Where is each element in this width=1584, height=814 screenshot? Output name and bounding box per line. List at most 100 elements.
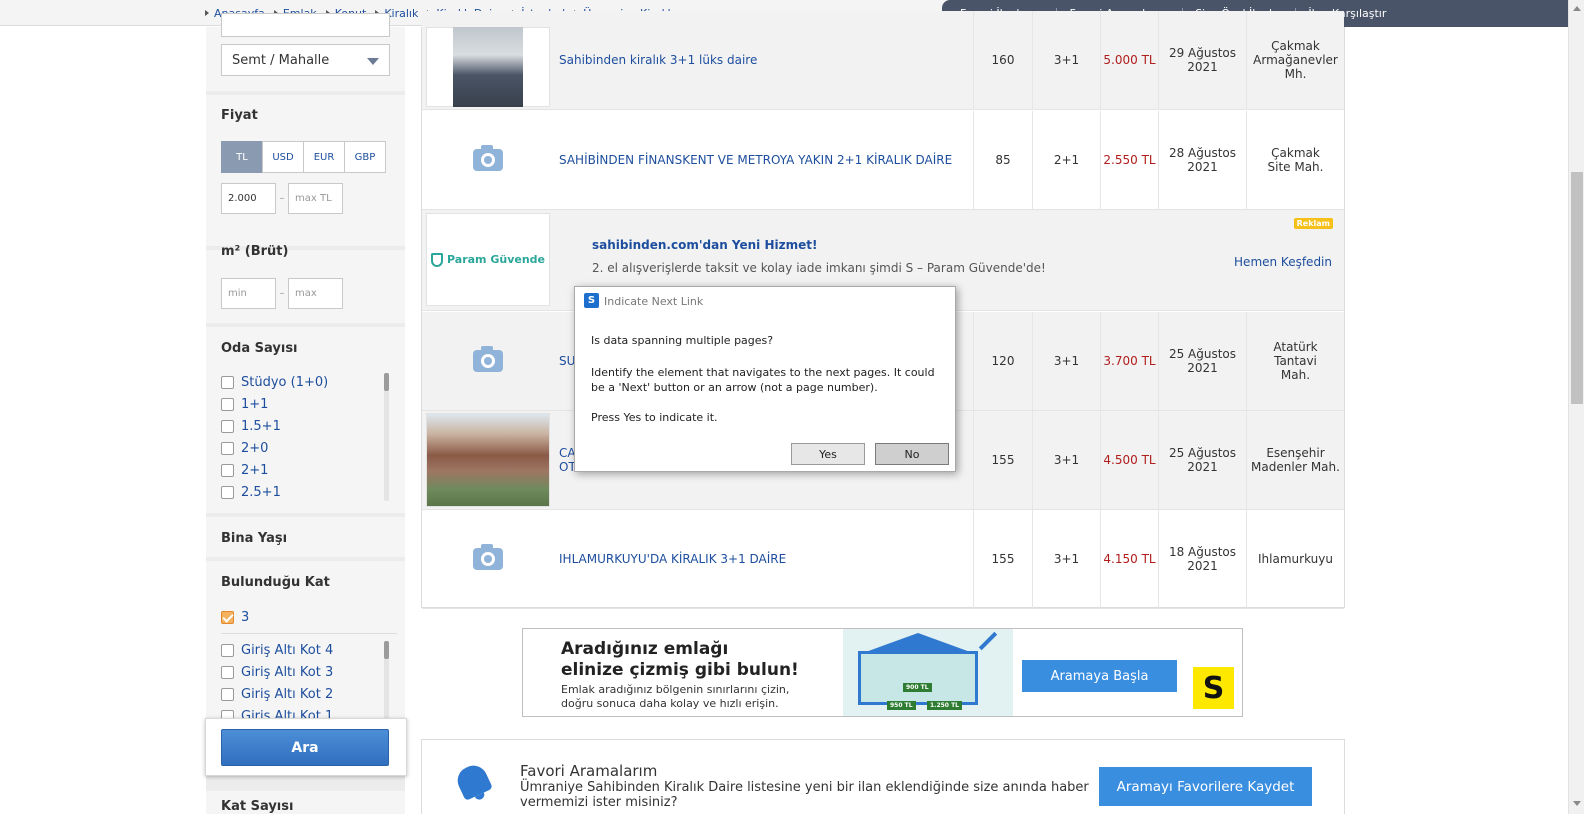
floor-option[interactable]: Giriş Altı Kot 3 <box>221 661 390 683</box>
scrollbar-thumb[interactable] <box>384 373 389 391</box>
price-min-input[interactable]: 2.000 <box>221 183 276 214</box>
checked-checkbox[interactable] <box>221 610 234 624</box>
listing-title[interactable]: IHLAMURKUYU'DA KİRALIK 3+1 DAİRE <box>559 510 969 608</box>
checkbox[interactable] <box>221 687 234 701</box>
listing-photo[interactable] <box>426 314 550 408</box>
scroll-up-arrow-icon[interactable] <box>1573 6 1581 11</box>
listing-location: Ihlamurkuyu <box>1258 552 1333 566</box>
neighborhood-select[interactable]: Semt / Mahalle <box>221 44 390 76</box>
divider <box>1246 510 1247 608</box>
currency-gbp[interactable]: GBP <box>344 141 386 173</box>
location-filter: Semt / Mahalle <box>206 13 405 91</box>
room-option[interactable]: 1+1 <box>221 393 390 415</box>
currency-tl[interactable]: TL <box>221 141 263 173</box>
divider <box>1246 312 1247 410</box>
camera-lens <box>481 354 495 368</box>
room-option-label: 1+1 <box>241 396 269 412</box>
table-row[interactable]: SAHİBİNDEN FİNANSKENT VE METROYA YAKIN 2… <box>422 111 1344 210</box>
room-option[interactable]: 2+1 <box>221 459 390 481</box>
checkbox[interactable] <box>221 375 234 389</box>
table-row[interactable]: Sahibinden kiralık 3+1 lüks daire 160 3+… <box>422 11 1344 110</box>
area-max-input[interactable]: max <box>288 278 343 309</box>
listing-photo[interactable] <box>426 413 550 507</box>
checkbox[interactable] <box>221 397 234 411</box>
room-option[interactable]: 1.5+1 <box>221 415 390 437</box>
area-filter: m² (Brüt) min – max <box>206 244 405 323</box>
range-dash: – <box>279 288 285 299</box>
page-scrollbar[interactable] <box>1568 0 1584 814</box>
scrollbar-thumb[interactable] <box>1571 172 1583 404</box>
district-select[interactable] <box>221 13 390 37</box>
building-age-filter[interactable]: Bina Yaşı <box>206 517 405 557</box>
ad-logo-text: Param Güvende <box>447 253 545 266</box>
ad-title[interactable]: sahibinden.com'dan Yeni Hizmet! <box>592 238 817 252</box>
room-option[interactable]: Stüdyo (1+0) <box>221 371 390 393</box>
room-option[interactable]: 2+0 <box>221 437 390 459</box>
banner-headline-line: Aradığınız emlağı <box>561 639 729 659</box>
draw-search-banner[interactable]: Aradığınız emlağı elinize çizmiş gibi bul… <box>522 628 1243 717</box>
sahibinden-logo: S <box>1193 667 1234 709</box>
table-row[interactable]: IHLAMURKUYU'DA KİRALIK 3+1 DAİRE 155 3+1… <box>422 510 1344 609</box>
dialog-instruction: Press Yes to indicate it. <box>591 411 718 424</box>
floor-options: Giriş Altı Kot 4 Giriş Altı Kot 3 Giriş … <box>221 639 390 727</box>
checkbox[interactable] <box>221 463 234 477</box>
no-button[interactable]: No <box>875 443 949 465</box>
scrollbar-thumb[interactable] <box>384 641 389 659</box>
listing-date: 29 Ağustos 2021 <box>1159 11 1246 109</box>
listing-title-text: IHLAMURKUYU'DA KİRALIK 3+1 DAİRE <box>559 552 787 566</box>
banner-subtext-line: Emlak aradığınız bölgenin sınırlarını çi… <box>561 683 790 696</box>
room-option-label: 2+1 <box>241 462 269 478</box>
floor-count-filter[interactable]: Kat Sayısı <box>206 791 405 814</box>
search-button[interactable]: Ara <box>221 729 389 766</box>
checkbox[interactable] <box>221 643 234 657</box>
floor-option[interactable]: Giriş Altı Kot 2 <box>221 683 390 705</box>
price-max-input[interactable]: max TL <box>288 183 343 214</box>
listing-title[interactable]: Sahibinden kiralık 3+1 lüks daire <box>559 11 969 109</box>
checkbox[interactable] <box>221 485 234 499</box>
price-tag: 1.250 TL <box>927 701 962 710</box>
save-search-button[interactable]: Aramayı Favorilere Kaydet <box>1099 767 1312 806</box>
listing-location: Atatürk Tantavi Mah. <box>1273 340 1318 382</box>
map-illustration: 900 TL 950 TL 1.250 TL <box>843 629 1013 716</box>
currency-eur[interactable]: EUR <box>303 141 345 173</box>
listing-photo[interactable] <box>426 113 550 207</box>
listing-date-day: 25 Ağustos <box>1168 347 1237 361</box>
favorite-search-description: Ümraniye Sahibinden Kiralık Daire listes… <box>520 780 1089 810</box>
area-min-input[interactable]: min <box>221 278 276 309</box>
start-search-button[interactable]: Aramaya Başla <box>1022 660 1177 692</box>
scroll-down-arrow-icon[interactable] <box>1573 801 1581 806</box>
floor-option-label: Giriş Altı Kot 2 <box>241 686 334 702</box>
camera-icon <box>473 145 503 171</box>
yes-button[interactable]: Yes <box>791 443 865 465</box>
listing-price: 3.700 TL <box>1103 354 1156 368</box>
building-age-title: Bina Yaşı <box>221 531 288 546</box>
checkbox[interactable] <box>221 665 234 679</box>
building-photo <box>427 414 549 506</box>
floor-option-selected[interactable]: 3 <box>221 606 390 628</box>
room-option[interactable]: 2.5+1 <box>221 481 390 503</box>
checkbox[interactable] <box>221 441 234 455</box>
pencil-icon <box>978 631 998 651</box>
room-option-label: 1.5+1 <box>241 418 281 434</box>
currency-usd[interactable]: USD <box>262 141 304 173</box>
area-range: min – max <box>221 278 343 309</box>
range-dash: – <box>279 193 285 204</box>
apartment-photo <box>453 27 523 107</box>
rooms-scrollbar[interactable] <box>384 373 389 501</box>
listing-price: 4.500 TL <box>1103 453 1156 467</box>
ad-cta-link[interactable]: Hemen Keşfedin <box>1234 255 1332 269</box>
listing-rooms: 3+1 <box>1053 453 1080 467</box>
filter-sidebar: Semt / Mahalle Fiyat TL USD EUR GBP 2.00… <box>206 13 405 814</box>
banner-subtext-line: doğru sonuca daha kolay ve hızlı erişin. <box>561 697 779 710</box>
ad-text: 2. el alışverişlerde taksit ve kolay iad… <box>592 261 1046 275</box>
currency-selector: TL USD EUR GBP <box>221 141 386 173</box>
listing-photo[interactable] <box>426 512 550 606</box>
floor-option-label: Giriş Altı Kot 3 <box>241 664 334 680</box>
listing-title[interactable]: SAHİBİNDEN FİNANSKENT VE METROYA YAKIN 2… <box>559 111 969 209</box>
checkbox[interactable] <box>221 419 234 433</box>
search-button-panel: Ara <box>205 718 407 776</box>
price-range: 2.000 – max TL <box>221 183 343 214</box>
floor-option[interactable]: Giriş Altı Kot 4 <box>221 639 390 661</box>
listing-price: 2.550 TL <box>1103 153 1156 167</box>
listing-photo[interactable] <box>426 27 550 107</box>
